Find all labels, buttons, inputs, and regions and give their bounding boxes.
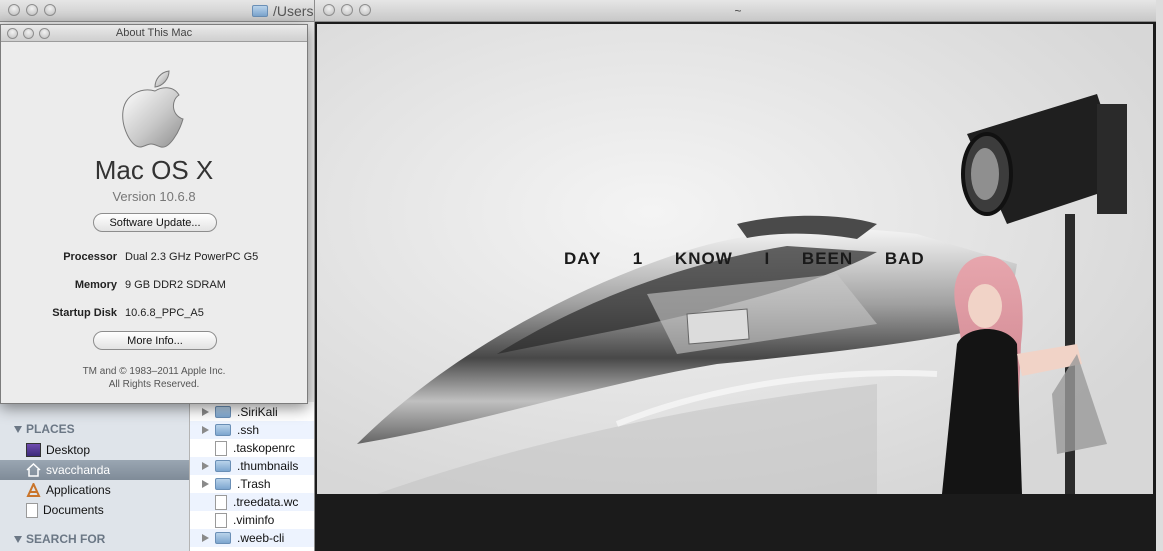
home-icon: [26, 463, 41, 477]
video-frame[interactable]: DAY 1 KNOW I BEEN BAD: [317, 24, 1153, 494]
processor-value: Dual 2.3 GHz PowerPC G5: [125, 251, 259, 263]
lyrics-caption: DAY 1 KNOW I BEEN BAD: [564, 249, 925, 268]
finder-title: /Users: [252, 3, 313, 19]
sidebar-item-home[interactable]: svacchanda: [0, 460, 189, 480]
startup-disk-label: Startup Disk: [52, 307, 117, 319]
about-this-mac-window: About This Mac Mac OS X Version 10.6.8 S…: [0, 24, 308, 404]
processor-label: Processor: [63, 251, 117, 263]
startup-disk-value: 10.6.8_PPC_A5: [125, 307, 204, 319]
documents-icon: [26, 502, 38, 518]
disclosure-triangle-icon[interactable]: [202, 534, 209, 542]
window-title: About This Mac: [115, 27, 193, 39]
memory-value: 9 GB DDR2 SDRAM: [125, 279, 226, 291]
folder-icon: [215, 532, 231, 544]
sidebar-item-documents[interactable]: Documents: [0, 500, 189, 520]
apple-logo-icon: [122, 70, 184, 148]
disclosure-triangle-icon[interactable]: [202, 462, 209, 470]
more-info-button[interactable]: More Info...: [93, 331, 217, 350]
document-icon: [215, 512, 227, 528]
finder-titlebar[interactable]: /Users: [0, 0, 320, 22]
list-item[interactable]: .treedata.wc: [190, 493, 314, 511]
list-item[interactable]: .Trash: [190, 475, 314, 493]
disclosure-triangle-icon[interactable]: [202, 426, 209, 434]
folder-icon: [252, 5, 268, 17]
memory-label: Memory: [74, 279, 117, 291]
disclosure-triangle-icon[interactable]: [202, 480, 209, 488]
copyright: TM and © 1983–2011 Apple Inc. All Rights…: [82, 366, 226, 390]
zoom-button[interactable]: [44, 4, 56, 16]
document-icon: [215, 440, 227, 456]
sidebar-search-header[interactable]: SEARCH FOR: [14, 532, 105, 546]
folder-icon: [215, 460, 231, 472]
applications-icon: [26, 483, 41, 497]
list-item[interactable]: .thumbnails: [190, 457, 314, 475]
disclosure-triangle-icon[interactable]: [202, 408, 209, 416]
os-version: Version 10.6.8: [112, 189, 196, 204]
window-edge: [1156, 0, 1163, 551]
list-item[interactable]: .ssh: [190, 421, 314, 439]
sidebar-item-desktop[interactable]: Desktop: [0, 440, 189, 460]
finder-window-controls: [8, 4, 56, 16]
list-item[interactable]: .taskopenrc: [190, 439, 314, 457]
close-button[interactable]: [8, 4, 20, 16]
about-titlebar[interactable]: About This Mac: [1, 25, 307, 42]
video-player-window: ~ DAY 1 KNOW I BEEN BAD: [314, 0, 1161, 551]
minimize-button[interactable]: [26, 4, 38, 16]
folder-icon: [215, 406, 231, 418]
sidebar-places-header[interactable]: PLACES: [14, 422, 75, 436]
list-item[interactable]: .viminfo: [190, 511, 314, 529]
finder-sidebar: PLACES Desktop svacchanda Applications D…: [0, 402, 190, 551]
desktop-icon: [26, 443, 41, 457]
folder-icon: [215, 424, 231, 436]
document-icon: [215, 494, 227, 510]
window-title: ~: [734, 4, 742, 18]
folder-icon: [215, 478, 231, 490]
sidebar-item-applications[interactable]: Applications: [0, 480, 189, 500]
disclosure-triangle-icon: [14, 535, 22, 543]
software-update-button[interactable]: Software Update...: [93, 213, 217, 232]
list-item[interactable]: .weeb-cli: [190, 529, 314, 547]
video-titlebar[interactable]: ~: [315, 0, 1161, 22]
disclosure-triangle-icon: [14, 425, 22, 433]
os-name: Mac OS X: [94, 155, 214, 185]
file-list: .SiriKali .ssh .taskopenrc .thumbnails .…: [190, 402, 314, 551]
list-item[interactable]: .SiriKali: [190, 403, 314, 421]
